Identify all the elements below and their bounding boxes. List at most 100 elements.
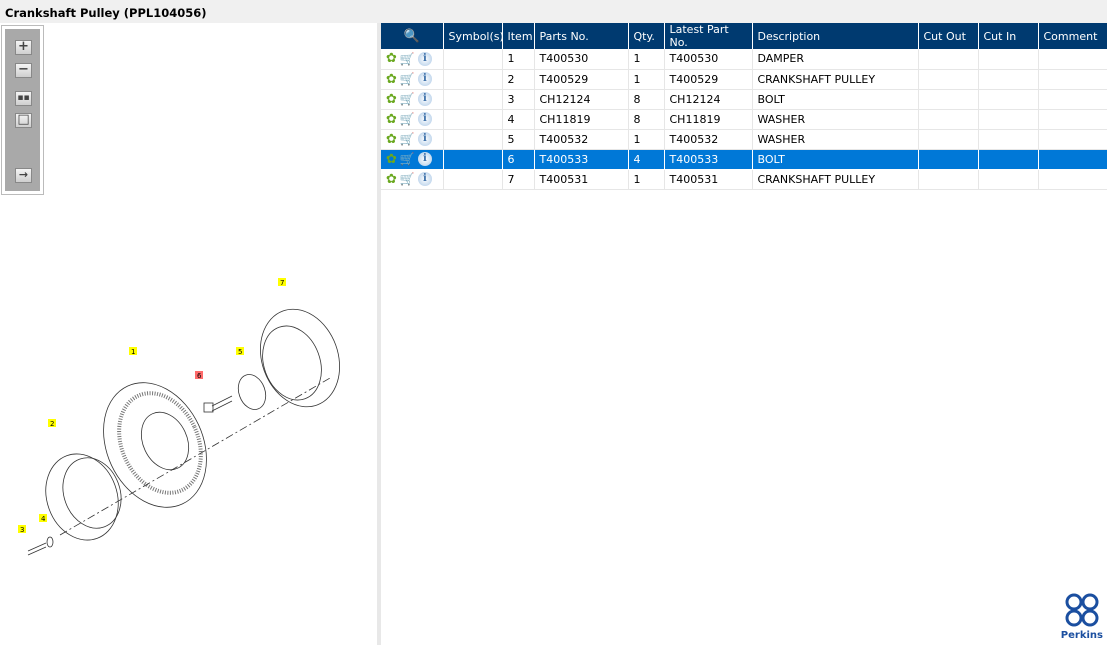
info-icon[interactable]: i [417, 51, 432, 66]
header-symbols[interactable]: Symbol(s) [443, 23, 504, 49]
cell-cut-out [918, 69, 979, 90]
table-row[interactable]: ✿ 🛒 i 3 CH12124 8 CH12124 BOLT [381, 89, 1107, 110]
gear-icon[interactable]: ✿ [386, 92, 397, 107]
cell-description: WASHER [752, 109, 919, 130]
table-header: 🔍 Symbol(s) Item Parts No. Qty. Latest P… [381, 23, 1107, 49]
window-title: Crankshaft Pulley (PPL104056) [0, 0, 1107, 23]
perkins-emblem-icon [1065, 593, 1099, 627]
cell-item: 6 [502, 149, 535, 170]
cell-cut-out [918, 169, 979, 190]
info-icon[interactable]: i [417, 172, 432, 186]
cell-cut-out [918, 149, 979, 170]
svg-text:7: 7 [280, 279, 284, 287]
cart-icon[interactable]: 🛒 [400, 132, 415, 146]
cell-cut-in [978, 69, 1039, 90]
header-description[interactable]: Description [752, 23, 919, 49]
svg-text:1: 1 [131, 348, 135, 356]
cell-comment [1038, 89, 1107, 110]
cell-description: CRANKSHAFT PULLEY [752, 169, 919, 190]
header-comment[interactable]: Comment [1038, 23, 1107, 49]
cart-icon[interactable]: 🛒 [400, 52, 415, 66]
cell-latest-part-no: T400530 [664, 49, 753, 70]
gear-icon[interactable]: ✿ [386, 152, 397, 167]
cell-symbols [443, 129, 503, 150]
cell-latest-part-no: T400532 [664, 129, 753, 150]
exploded-diagram: 1 2 3 4 5 6 7 [18, 278, 340, 556]
cell-symbols [443, 49, 503, 70]
cell-comment [1038, 169, 1107, 190]
gear-icon[interactable]: ✿ [386, 132, 397, 147]
cell-comment [1038, 149, 1107, 170]
info-icon[interactable]: i [417, 132, 432, 146]
gear-icon[interactable]: ✿ [386, 112, 397, 127]
gear-icon[interactable]: ✿ [386, 172, 397, 187]
cell-symbols [443, 89, 503, 110]
cell-comment [1038, 49, 1107, 70]
magnifier-icon: 🔍 [403, 28, 420, 44]
cell-parts-no: T400533 [534, 149, 629, 170]
cart-icon[interactable]: 🛒 [400, 112, 415, 126]
cell-description: WASHER [752, 129, 919, 150]
gear-icon[interactable]: ✿ [386, 51, 397, 66]
table-row[interactable]: ✿ 🛒 i 4 CH11819 8 CH11819 WASHER [381, 109, 1107, 130]
table-row[interactable]: ✿ 🛒 i 5 T400532 1 T400532 WASHER [381, 129, 1107, 150]
cell-parts-no: T400529 [534, 69, 629, 90]
cell-latest-part-no: T400529 [664, 69, 753, 90]
table-row[interactable]: ✿ 🛒 i 7 T400531 1 T400531 CRANKSHAFT PULLE… [381, 169, 1107, 190]
cell-qty: 1 [628, 49, 665, 70]
cell-qty: 8 [628, 109, 665, 130]
cell-cut-out [918, 89, 979, 110]
cell-comment [1038, 129, 1107, 150]
cart-icon[interactable]: 🛒 [400, 152, 415, 166]
table-row[interactable]: ✿ 🛒 i 2 T400529 1 T400529 CRANKSHAFT PULLE… [381, 69, 1107, 90]
cart-icon[interactable]: 🛒 [400, 92, 415, 106]
info-icon[interactable]: i [417, 112, 432, 126]
svg-text:2: 2 [50, 420, 54, 428]
search-column-header[interactable]: 🔍 [381, 23, 444, 49]
info-icon[interactable]: i [417, 92, 432, 106]
header-latest-part-no[interactable]: Latest Part No. [664, 23, 753, 49]
cell-latest-part-no: T400533 [664, 149, 753, 170]
cell-latest-part-no: CH12124 [664, 89, 753, 110]
gear-icon[interactable]: ✿ [386, 72, 397, 87]
cell-description: CRANKSHAFT PULLEY [752, 69, 919, 90]
info-icon[interactable]: i [417, 72, 432, 86]
cell-parts-no: CH12124 [534, 89, 629, 110]
header-cut-in[interactable]: Cut In [978, 23, 1039, 49]
header-item[interactable]: Item [502, 23, 535, 49]
diagram-panel[interactable]: + − ▪▪ □ → 1 2 3 4 5 6 7 [0, 23, 377, 645]
cell-symbols [443, 169, 503, 190]
cell-symbols [443, 109, 503, 130]
cell-description: BOLT [752, 89, 919, 110]
cell-cut-out [918, 109, 979, 130]
cell-item: 7 [502, 169, 535, 190]
svg-text:6: 6 [197, 372, 202, 380]
svg-text:5: 5 [238, 348, 242, 356]
cell-parts-no: T400530 [534, 49, 629, 70]
cart-icon[interactable]: 🛒 [400, 172, 415, 186]
cell-cut-out [918, 129, 979, 150]
info-icon[interactable]: i [417, 152, 432, 166]
cell-description: BOLT [752, 149, 919, 170]
cell-item: 3 [502, 89, 535, 110]
cell-cut-in [978, 169, 1039, 190]
parts-table: 🔍 Symbol(s) Item Parts No. Qty. Latest P… [381, 23, 1107, 190]
header-qty[interactable]: Qty. [628, 23, 665, 49]
svg-text:3: 3 [20, 526, 24, 534]
cell-parts-no: CH11819 [534, 109, 629, 130]
table-row[interactable]: ✿ 🛒 i 1 T400530 1 T400530 DAMPER [381, 49, 1107, 70]
header-cut-out[interactable]: Cut Out [918, 23, 979, 49]
cart-icon[interactable]: 🛒 [400, 72, 415, 86]
header-parts-no[interactable]: Parts No. [534, 23, 629, 49]
cell-comment [1038, 69, 1107, 90]
cell-latest-part-no: T400531 [664, 169, 753, 190]
cell-cut-in [978, 149, 1039, 170]
cell-comment [1038, 109, 1107, 130]
cell-cut-in [978, 109, 1039, 130]
cell-qty: 1 [628, 129, 665, 150]
table-row[interactable]: ✿ 🛒 i 6 T400533 4 T400533 BOLT [381, 149, 1107, 170]
parts-list-panel: 🔍 Symbol(s) Item Parts No. Qty. Latest P… [381, 23, 1107, 645]
cell-qty: 8 [628, 89, 665, 110]
cell-cut-out [918, 49, 979, 70]
cell-symbols [443, 149, 503, 170]
